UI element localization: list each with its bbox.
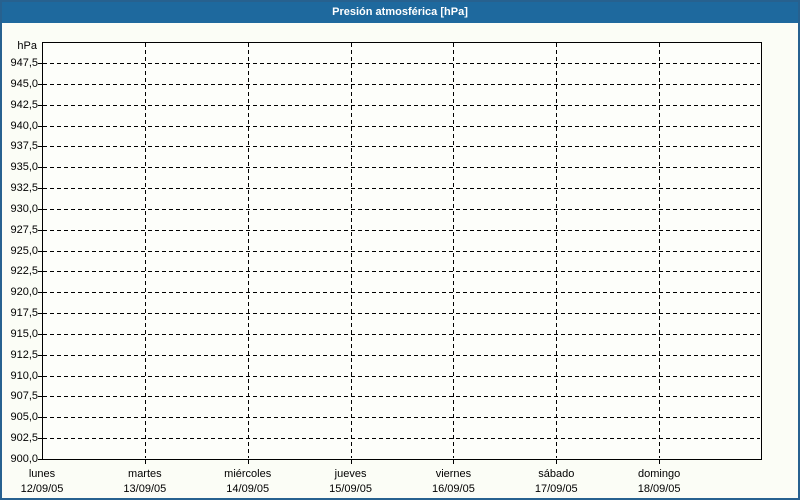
- x-tick-mark: [144, 460, 146, 464]
- y-tick-mark: [38, 417, 42, 419]
- x-date-label: 13/09/05: [123, 483, 167, 495]
- y-tick-mark: [38, 292, 42, 294]
- x-tick-mark: [659, 460, 661, 464]
- h-gridline: [43, 229, 760, 231]
- h-gridline: [43, 188, 760, 190]
- y-tick-label: 935,0: [10, 161, 38, 174]
- y-tick-mark: [38, 333, 42, 335]
- plot-area: [42, 42, 762, 460]
- x-day-label: viernes: [435, 468, 472, 480]
- h-gridline: [43, 271, 760, 273]
- x-day-label: lunes: [28, 468, 56, 480]
- v-gridline: [350, 43, 352, 458]
- y-tick-mark: [38, 250, 42, 252]
- y-tick-label: 917,5: [10, 307, 38, 320]
- h-gridline: [43, 375, 760, 377]
- x-day-label: domingo: [638, 468, 681, 480]
- y-tick-label: 922,5: [10, 265, 38, 278]
- y-tick-label: 925,0: [10, 244, 38, 257]
- y-tick-mark: [38, 271, 42, 273]
- y-tick-mark: [38, 104, 42, 106]
- x-date-label: 15/09/05: [329, 483, 372, 495]
- y-tick-mark: [38, 208, 42, 210]
- y-tick-label: 902,5: [10, 432, 38, 445]
- h-gridline: [43, 104, 760, 106]
- y-tick-mark: [38, 459, 42, 460]
- h-gridline: [43, 417, 760, 419]
- h-gridline: [43, 167, 760, 169]
- y-tick-mark: [38, 396, 42, 398]
- x-tick-mark: [247, 460, 249, 464]
- y-tick-label: 907,5: [10, 390, 38, 403]
- h-gridline: [43, 354, 760, 356]
- y-tick-label: 932,5: [10, 182, 38, 195]
- y-tick-mark: [38, 125, 42, 127]
- y-tick-label: 927,5: [10, 223, 38, 236]
- h-gridline: [43, 208, 760, 210]
- y-tick-mark: [38, 354, 42, 356]
- h-gridline: [43, 250, 760, 252]
- v-gridline: [247, 43, 249, 458]
- y-tick-mark: [38, 438, 42, 440]
- y-tick-label: 910,0: [10, 369, 38, 382]
- x-day-label: miércoles: [224, 468, 272, 480]
- chart-window: Presión atmosférica [hPa] hPa 947,5 945,0…: [0, 0, 800, 500]
- v-gridline: [144, 43, 146, 458]
- x-date-label: 12/09/05: [20, 483, 64, 495]
- h-gridline: [43, 83, 760, 85]
- y-tick-label: 947,5: [10, 57, 38, 69]
- y-tick-mark: [38, 313, 42, 315]
- v-gridline: [453, 43, 455, 458]
- h-gridline: [43, 313, 760, 315]
- y-tick-label: 940,0: [10, 119, 38, 132]
- h-gridline: [43, 292, 760, 294]
- y-tick-mark: [38, 375, 42, 377]
- x-day-label: jueves: [334, 468, 367, 480]
- x-date-label: 16/09/05: [432, 483, 475, 495]
- y-tick-mark: [38, 229, 42, 231]
- chart-title: Presión atmosférica [hPa]: [332, 6, 468, 18]
- h-gridline: [43, 438, 760, 440]
- x-tick-mark: [453, 460, 455, 464]
- h-gridline: [43, 146, 760, 148]
- h-gridline: [43, 63, 760, 64]
- y-tick-label: 912,5: [10, 348, 38, 361]
- x-date-label: 18/09/05: [637, 483, 681, 495]
- y-tick-mark: [38, 83, 42, 85]
- h-gridline: [43, 333, 760, 335]
- y-tick-mark: [38, 63, 42, 64]
- y-tick-label: 905,0: [10, 411, 38, 424]
- x-date-label: 14/09/05: [226, 483, 270, 495]
- y-tick-label: 930,0: [10, 202, 38, 215]
- x-day-label: martes: [128, 468, 162, 480]
- y-tick-label: 900,0: [10, 453, 38, 465]
- x-day-label: sábado: [538, 468, 575, 480]
- y-tick-label: 920,0: [10, 286, 38, 299]
- h-gridline: [43, 125, 760, 127]
- y-axis-unit-label: hPa: [17, 40, 37, 52]
- x-date-label: 17/09/05: [534, 483, 578, 495]
- y-tick-mark: [38, 146, 42, 148]
- x-tick-mark: [556, 460, 558, 464]
- y-tick-label: 937,5: [10, 140, 38, 153]
- v-gridline: [659, 43, 661, 458]
- y-tick-mark: [38, 167, 42, 169]
- y-tick-label: 945,0: [10, 77, 38, 90]
- v-gridline: [556, 43, 558, 458]
- y-tick-mark: [38, 188, 42, 190]
- h-gridline: [43, 396, 760, 398]
- y-tick-label: 942,5: [10, 98, 38, 111]
- y-tick-label: 915,0: [10, 327, 38, 340]
- title-bar: Presión atmosférica [hPa]: [2, 2, 798, 23]
- x-tick-mark: [350, 460, 352, 464]
